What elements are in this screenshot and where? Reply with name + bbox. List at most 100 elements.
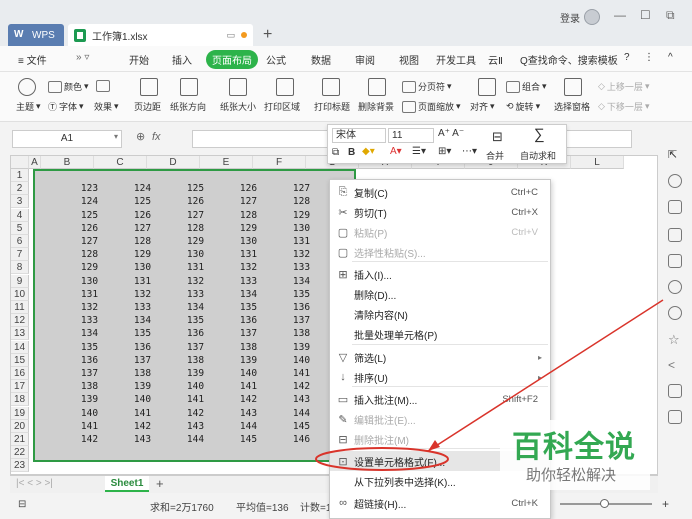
- cell[interactable]: 127: [116, 222, 169, 235]
- row-header[interactable]: 18: [11, 393, 29, 407]
- cell[interactable]: 135: [222, 301, 275, 314]
- crop-icon[interactable]: [668, 228, 682, 242]
- login-area[interactable]: 登录: [560, 9, 600, 25]
- cell[interactable]: 136: [63, 354, 116, 367]
- cell[interactable]: 130: [116, 261, 169, 274]
- row-header[interactable]: 11: [11, 301, 29, 314]
- cell[interactable]: 131: [222, 248, 275, 261]
- color-button[interactable]: 颜色 ▾: [48, 80, 89, 93]
- cell[interactable]: 143: [116, 433, 169, 446]
- tab-home[interactable]: 开始: [129, 52, 149, 67]
- row-header[interactable]: 5: [11, 221, 29, 235]
- cell[interactable]: 137: [222, 327, 275, 340]
- page-icon[interactable]: [668, 254, 682, 268]
- more-icon[interactable]: ⋮: [644, 52, 654, 63]
- fill-color-icon[interactable]: ◆▾: [362, 146, 375, 157]
- cell[interactable]: 145: [275, 420, 328, 433]
- menu-item[interactable]: ▢ 粘贴(P) Ctrl+V: [330, 222, 550, 242]
- cell[interactable]: 139: [63, 393, 116, 406]
- tab-insert[interactable]: 插入: [172, 52, 192, 67]
- row-header[interactable]: 4: [11, 208, 29, 222]
- cell[interactable]: 129: [169, 235, 222, 248]
- cell[interactable]: 132: [63, 301, 116, 314]
- cell[interactable]: 134: [116, 314, 169, 327]
- menu-item[interactable]: ⎘ 复制(C) Ctrl+C: [330, 182, 550, 202]
- cell[interactable]: 131: [275, 235, 328, 248]
- delete-background-button[interactable]: 删除背景: [358, 100, 394, 113]
- cell[interactable]: 133: [116, 301, 169, 314]
- cell[interactable]: 132: [116, 288, 169, 301]
- cell[interactable]: 127: [63, 235, 116, 248]
- cell[interactable]: 126: [169, 195, 222, 208]
- grow-font-icon[interactable]: A⁺ A⁻: [438, 128, 464, 139]
- cell[interactable]: 134: [169, 301, 222, 314]
- row-header[interactable]: 19: [11, 406, 29, 420]
- column-header[interactable]: E: [200, 156, 253, 169]
- cell[interactable]: 144: [275, 407, 328, 420]
- cell[interactable]: 125: [63, 209, 116, 222]
- unsaved-dot-icon[interactable]: [241, 32, 247, 38]
- cell[interactable]: 123: [63, 182, 116, 195]
- cell[interactable]: 127: [222, 195, 275, 208]
- cell[interactable]: 143: [222, 407, 275, 420]
- cell[interactable]: 141: [222, 380, 275, 393]
- cell[interactable]: 135: [63, 341, 116, 354]
- cell[interactable]: 143: [169, 420, 222, 433]
- cell[interactable]: 136: [275, 301, 328, 314]
- cell[interactable]: 125: [169, 182, 222, 195]
- column-header[interactable]: D: [147, 156, 200, 169]
- restore-button[interactable]: ⧉: [666, 8, 675, 23]
- menu-item[interactable]: 批量处理单元格(P): [330, 324, 550, 344]
- cell[interactable]: 134: [275, 275, 328, 288]
- zoom-slider[interactable]: [560, 499, 652, 508]
- cell[interactable]: 127: [169, 209, 222, 222]
- cell[interactable]: 126: [116, 209, 169, 222]
- cell[interactable]: 132: [169, 275, 222, 288]
- new-tab-button[interactable]: +: [263, 24, 272, 46]
- cell[interactable]: 138: [222, 341, 275, 354]
- cell[interactable]: 128: [222, 209, 275, 222]
- collapse-ribbon-icon[interactable]: ^: [668, 52, 673, 63]
- maximize-button[interactable]: ☐: [640, 8, 651, 22]
- wps-home-tab[interactable]: W WPS: [8, 24, 64, 46]
- paper-size-button[interactable]: 纸张大小: [220, 100, 256, 113]
- cell[interactable]: 131: [116, 275, 169, 288]
- cell[interactable]: 139: [222, 354, 275, 367]
- tab-data[interactable]: 数据: [311, 52, 331, 67]
- cell[interactable]: 136: [222, 314, 275, 327]
- cell[interactable]: 138: [63, 380, 116, 393]
- zoom-in-button[interactable]: +: [662, 497, 669, 511]
- cell[interactable]: 133: [275, 261, 328, 274]
- row-header[interactable]: 14: [11, 340, 29, 354]
- box-icon[interactable]: [668, 384, 682, 398]
- cell[interactable]: 140: [169, 380, 222, 393]
- print-area-button[interactable]: 打印区域: [264, 100, 300, 113]
- row-header[interactable]: 22: [11, 446, 29, 460]
- font-color-icon[interactable]: A▾: [390, 146, 402, 157]
- row-header[interactable]: 9: [11, 274, 29, 288]
- cell[interactable]: 138: [275, 327, 328, 340]
- row-header[interactable]: 10: [11, 287, 29, 301]
- cell[interactable]: 140: [222, 367, 275, 380]
- name-box-dropdown-icon[interactable]: ▾: [114, 132, 118, 141]
- login-label[interactable]: 登录: [560, 10, 580, 25]
- cell[interactable]: 140: [116, 393, 169, 406]
- cell[interactable]: 142: [222, 393, 275, 406]
- cell[interactable]: 137: [275, 314, 328, 327]
- row-header[interactable]: 3: [11, 195, 29, 209]
- menu-item[interactable]: 删除(D)...: [330, 284, 550, 304]
- cell[interactable]: 128: [169, 222, 222, 235]
- select-all-corner[interactable]: [11, 156, 29, 169]
- cell[interactable]: 124: [63, 195, 116, 208]
- menu-item[interactable]: ↓ 排序(U) ▸: [330, 367, 550, 387]
- name-box[interactable]: A1: [12, 130, 122, 148]
- cell[interactable]: 139: [116, 380, 169, 393]
- cell[interactable]: 141: [63, 420, 116, 433]
- orientation-button[interactable]: 纸张方向: [170, 100, 206, 113]
- cell[interactable]: 137: [169, 341, 222, 354]
- cell[interactable]: 128: [116, 235, 169, 248]
- cell[interactable]: 126: [222, 182, 275, 195]
- more-format-icon[interactable]: ⋯▾: [462, 146, 477, 157]
- row-header[interactable]: 12: [11, 314, 29, 328]
- margins-button[interactable]: 页边距: [134, 100, 161, 113]
